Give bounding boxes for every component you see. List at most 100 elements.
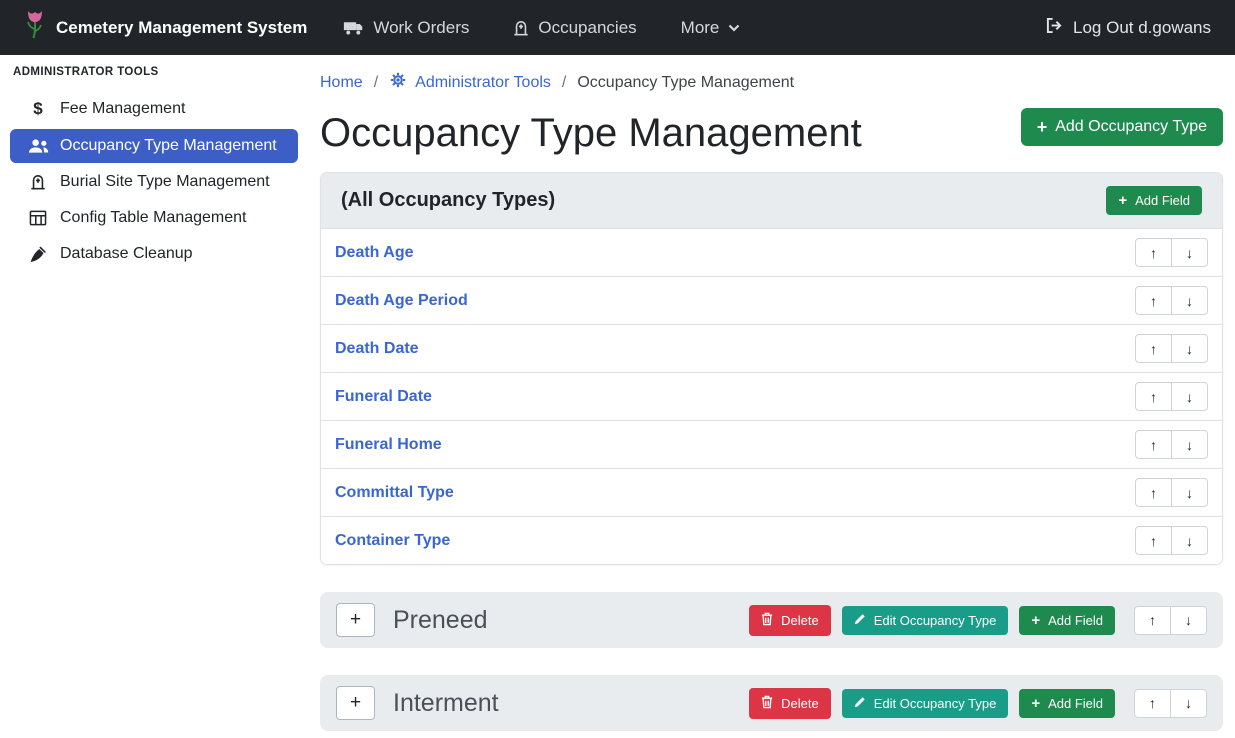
gear-icon (389, 71, 407, 94)
move-down-button[interactable]: ↓ (1171, 382, 1208, 411)
field-row: Committal Type ↑ ↓ (321, 468, 1222, 516)
reorder-group: ↑ ↓ (1135, 334, 1208, 363)
section-title: Preneed (393, 606, 749, 635)
nav-work-orders[interactable]: Work Orders (343, 18, 469, 38)
field-link[interactable]: Death Age (335, 244, 414, 262)
move-down-button[interactable]: ↓ (1171, 478, 1208, 507)
sidebar-item-occupancy-type-management[interactable]: Occupancy Type Management (10, 129, 298, 163)
nav-more[interactable]: More (681, 18, 741, 38)
expand-button[interactable]: + (336, 603, 375, 637)
pencil-icon (854, 613, 866, 628)
main-content: Home / Administrator Tools / (308, 55, 1235, 738)
sidebar-heading: Administrator Tools (0, 66, 308, 78)
page-title: Occupancy Type Management (320, 110, 862, 156)
add-occupancy-type-button[interactable]: + Add Occupancy Type (1021, 108, 1223, 146)
logout-icon (1045, 17, 1064, 39)
sidebar-item-label: Occupancy Type Management (60, 137, 277, 155)
delete-label: Delete (781, 613, 819, 628)
field-link[interactable]: Funeral Date (335, 388, 432, 406)
move-up-button[interactable]: ↑ (1135, 238, 1172, 267)
move-up-button[interactable]: ↑ (1135, 334, 1172, 363)
nav-more-label: More (681, 18, 720, 38)
breadcrumb-separator: / (374, 74, 378, 92)
brand-title: Cemetery Management System (56, 18, 307, 38)
plus-icon: + (1031, 696, 1040, 711)
reorder-group: ↑ ↓ (1135, 286, 1208, 315)
sidebar-item-label: Burial Site Type Management (60, 173, 270, 191)
broom-icon (27, 245, 49, 263)
move-up-button[interactable]: ↑ (1135, 430, 1172, 459)
delete-button[interactable]: Delete (749, 605, 831, 636)
move-up-button[interactable]: ↑ (1134, 689, 1171, 718)
field-link[interactable]: Committal Type (335, 484, 454, 502)
move-down-button[interactable]: ↓ (1170, 606, 1207, 635)
edit-occupancy-type-button[interactable]: Edit Occupancy Type (842, 606, 1009, 635)
breadcrumb-admin-tools-label: Administrator Tools (415, 74, 551, 92)
sidebar-item-config-table-management[interactable]: Config Table Management (10, 201, 298, 235)
plus-icon: + (1037, 118, 1048, 136)
reorder-group: ↑ ↓ (1135, 526, 1208, 555)
section-title: Interment (393, 689, 749, 718)
table-icon (27, 210, 49, 226)
nav-occupancies-label: Occupancies (538, 18, 636, 38)
move-up-button[interactable]: ↑ (1135, 526, 1172, 555)
field-row: Death Age ↑ ↓ (321, 228, 1222, 276)
logout-button[interactable]: Log Out d.gowans (1045, 17, 1211, 39)
expand-button[interactable]: + (336, 686, 375, 720)
field-row: Death Age Period ↑ ↓ (321, 276, 1222, 324)
tulip-logo-icon (24, 10, 46, 45)
card-header: (All Occupancy Types) + Add Field (321, 173, 1222, 228)
move-down-button[interactable]: ↓ (1171, 430, 1208, 459)
breadcrumb-admin-tools-link[interactable]: Administrator Tools (389, 71, 551, 94)
breadcrumb-home-link[interactable]: Home (320, 74, 363, 92)
sidebar-item-label: Fee Management (60, 100, 185, 118)
field-link[interactable]: Death Age Period (335, 292, 468, 310)
field-row: Funeral Home ↑ ↓ (321, 420, 1222, 468)
move-down-button[interactable]: ↓ (1171, 286, 1208, 315)
nav-occupancies[interactable]: Occupancies (513, 18, 636, 38)
move-down-button[interactable]: ↓ (1171, 238, 1208, 267)
breadcrumb-separator: / (562, 74, 566, 92)
move-up-button[interactable]: ↑ (1135, 286, 1172, 315)
move-up-button[interactable]: ↑ (1135, 478, 1172, 507)
sidebar: Administrator Tools $ Fee Management Occ… (0, 55, 308, 738)
title-row: Occupancy Type Management + Add Occupanc… (320, 108, 1223, 156)
logout-label: Log Out d.gowans (1073, 18, 1211, 38)
edit-occupancy-type-button[interactable]: Edit Occupancy Type (842, 689, 1009, 718)
chevron-down-icon (728, 24, 740, 32)
move-up-button[interactable]: ↑ (1134, 606, 1171, 635)
add-field-button[interactable]: + Add Field (1019, 689, 1115, 718)
sidebar-item-burial-site-type-management[interactable]: Burial Site Type Management (10, 165, 298, 199)
card-title: (All Occupancy Types) (341, 189, 555, 212)
move-down-button[interactable]: ↓ (1171, 334, 1208, 363)
move-up-button[interactable]: ↑ (1135, 382, 1172, 411)
add-occupancy-type-label: Add Occupancy Type (1055, 118, 1207, 136)
reorder-group: ↑ ↓ (1135, 238, 1208, 267)
trash-icon (761, 612, 773, 629)
add-field-label: Add Field (1048, 613, 1103, 628)
delete-label: Delete (781, 696, 819, 711)
move-down-button[interactable]: ↓ (1171, 526, 1208, 555)
brand-link[interactable]: Cemetery Management System (24, 10, 307, 45)
breadcrumb: Home / Administrator Tools / (320, 71, 1223, 94)
add-field-button[interactable]: + Add Field (1106, 186, 1202, 215)
users-icon (27, 138, 49, 154)
page-body: Administrator Tools $ Fee Management Occ… (0, 55, 1235, 738)
delete-button[interactable]: Delete (749, 688, 831, 719)
reorder-group: ↑ ↓ (1135, 478, 1208, 507)
plus-icon: + (1031, 613, 1040, 628)
tombstone-icon (27, 173, 49, 191)
field-link[interactable]: Container Type (335, 532, 450, 550)
reorder-group: ↑ ↓ (1135, 430, 1208, 459)
field-link[interactable]: Funeral Home (335, 436, 442, 454)
reorder-group: ↑ ↓ (1135, 382, 1208, 411)
sidebar-item-fee-management[interactable]: $ Fee Management (10, 91, 298, 127)
sidebar-item-database-cleanup[interactable]: Database Cleanup (10, 237, 298, 271)
reorder-group: ↑ ↓ (1134, 689, 1207, 718)
reorder-group: ↑ ↓ (1134, 606, 1207, 635)
move-down-button[interactable]: ↓ (1170, 689, 1207, 718)
pencil-icon (854, 696, 866, 711)
add-field-button[interactable]: + Add Field (1019, 606, 1115, 635)
field-link[interactable]: Death Date (335, 340, 419, 358)
section-interment: + Interment Delete (320, 675, 1223, 731)
